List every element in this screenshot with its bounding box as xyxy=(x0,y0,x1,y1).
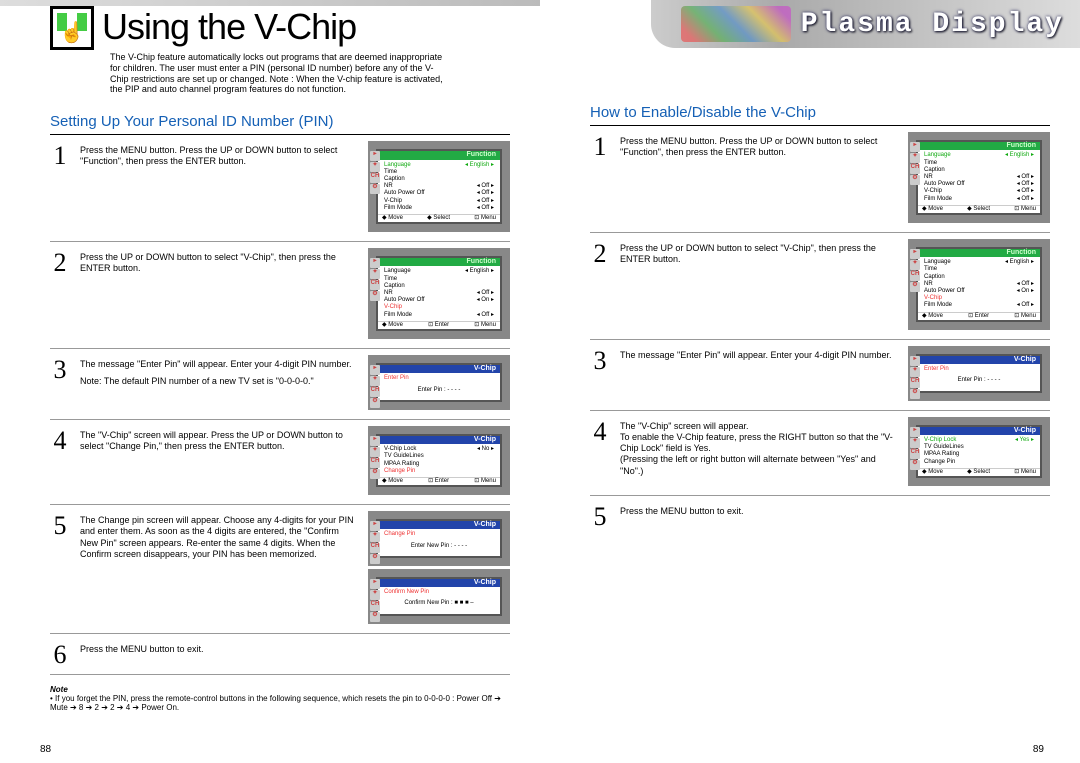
step-row: 1 Press the MENU button. Press the UP or… xyxy=(590,130,1050,233)
step-number: 6 xyxy=(50,640,70,668)
step-row: 4 The "V-Chip" screen will appear. To en… xyxy=(590,415,1050,496)
step-row: 2 Press the UP or DOWN button to select … xyxy=(590,237,1050,340)
osd-screenshot: ▸✦CH⚙ Function Language◂ English ▸ Time … xyxy=(368,248,510,342)
step-number: 5 xyxy=(50,511,70,627)
banner-title: Plasma Display xyxy=(801,9,1064,40)
section-heading-left: Setting Up Your Personal ID Number (PIN) xyxy=(50,113,510,135)
step-text: Press the MENU button. Press the UP or D… xyxy=(80,141,358,235)
step-row: 4 The "V-Chip" screen will appear. Press… xyxy=(50,424,510,505)
osd-screenshot: ▸✦CH⚙ Function Language◂ English ▸ Time … xyxy=(368,141,510,235)
section-heading-right: How to Enable/Disable the V-Chip xyxy=(590,104,1050,126)
touch-icon: ☝ xyxy=(50,6,94,50)
page-number-left: 88 xyxy=(40,744,51,755)
step-number: 4 xyxy=(50,426,70,498)
osd-screenshot: ▸✦CH⚙ V-Chip Enter Pin Enter Pin : - - -… xyxy=(368,355,510,413)
step-text: Press the MENU button to exit. xyxy=(80,640,358,668)
osd-screenshot: ▸✦CH⚙ V-Chip V-Chip Lock◂ Yes ▸ TV Guide… xyxy=(908,417,1050,489)
step-row: 6 Press the MENU button to exit. xyxy=(50,638,510,675)
step-text: The "V-Chip" screen will appear. Press t… xyxy=(80,426,358,498)
page-number-right: 89 xyxy=(1033,744,1044,755)
osd-screenshot: ▸✦CH⚙ V-Chip Change Pin Enter New Pin : … xyxy=(368,511,510,627)
page-title: Using the V-Chip xyxy=(102,6,356,48)
banner: Plasma Display xyxy=(651,0,1080,48)
step-row: 2 Press the UP or DOWN button to select … xyxy=(50,246,510,349)
step-number: 3 xyxy=(50,355,70,413)
intro-text: The V-Chip feature automatically locks o… xyxy=(110,52,450,95)
step-row: 5 The Change pin screen will appear. Cho… xyxy=(50,509,510,634)
osd-screenshot: ▸✦CH⚙ V-Chip Enter Pin Enter Pin : - - -… xyxy=(908,346,1050,404)
step-row: 5 Press the MENU button to exit. xyxy=(590,500,1050,536)
osd-screenshot: ▸✦CH⚙ Function Language◂ English ▸ Time … xyxy=(908,132,1050,226)
osd-screenshot: ▸✦CH⚙ V-Chip V-Chip Lock◂ No ▸ TV GuideL… xyxy=(368,426,510,498)
footnote: Note • If you forget the PIN, press the … xyxy=(50,685,510,712)
step-row: 3 The message "Enter Pin" will appear. E… xyxy=(590,344,1050,411)
step-number: 2 xyxy=(50,248,70,342)
step-row: 1 Press the MENU button. Press the UP or… xyxy=(50,139,510,242)
step-text: The Change pin screen will appear. Choos… xyxy=(80,511,358,627)
page-spread: ☝ Using the V-Chip The V-Chip feature au… xyxy=(0,0,1080,712)
step-text: Press the UP or DOWN button to select "V… xyxy=(80,248,358,342)
step-row: 3 The message "Enter Pin" will appear. E… xyxy=(50,353,510,420)
step-text: The message "Enter Pin" will appear. Ent… xyxy=(80,355,358,413)
title-row: ☝ Using the V-Chip xyxy=(50,6,510,50)
banner-art xyxy=(681,6,791,42)
step-number: 1 xyxy=(50,141,70,235)
osd-screenshot: ▸✦CH⚙ Function Language◂ English ▸ Time … xyxy=(908,239,1050,333)
right-page: How to Enable/Disable the V-Chip 1 Press… xyxy=(590,6,1050,712)
left-page: ☝ Using the V-Chip The V-Chip feature au… xyxy=(50,6,510,712)
